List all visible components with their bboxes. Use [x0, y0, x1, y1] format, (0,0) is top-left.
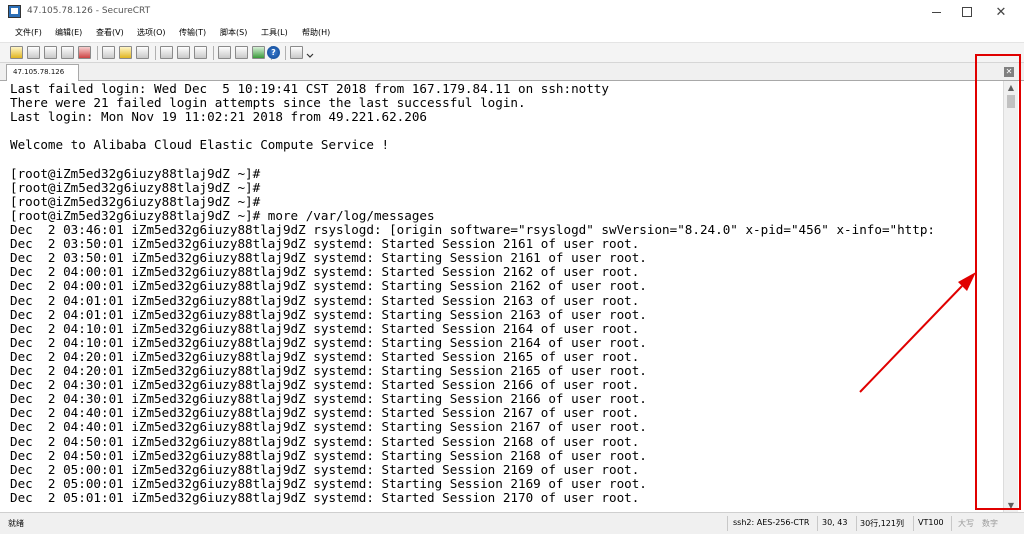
status-separator [727, 516, 728, 531]
status-terminal-size: 30行,121列 [860, 519, 904, 528]
status-cursor-position: 30, 43 [822, 518, 848, 527]
status-separator [856, 516, 857, 531]
status-separator [951, 516, 952, 531]
status-cipher: ssh2: AES-256-CTR [733, 518, 810, 527]
status-separator [913, 516, 914, 531]
status-num-lock: 数字 [982, 519, 998, 528]
status-separator [817, 516, 818, 531]
status-bar: 就绪 ssh2: AES-256-CTR 30, 43 30行,121列 VT1… [0, 512, 1024, 534]
status-terminal-type: VT100 [918, 518, 944, 527]
status-caps-lock: 大写 [958, 519, 974, 528]
annotation-arrow-icon [859, 272, 976, 393]
status-ready: 就绪 [8, 519, 24, 528]
